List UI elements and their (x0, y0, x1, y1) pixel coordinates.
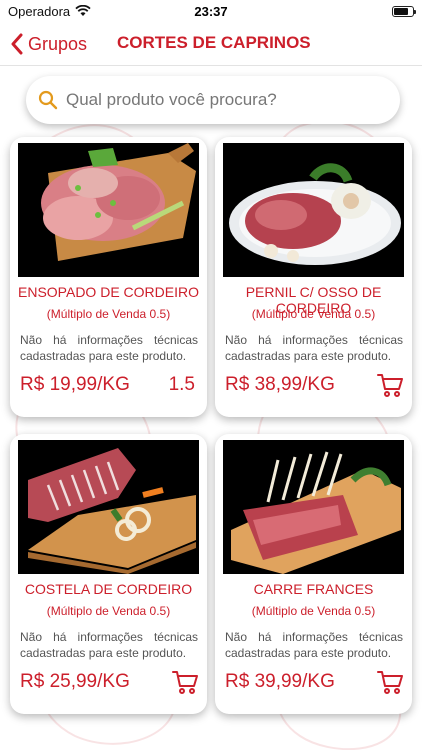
product-description: Não há informações técnicas cadastradas … (225, 333, 403, 363)
product-image (223, 143, 404, 277)
product-description: Não há informações técnicas cadastradas … (225, 630, 403, 660)
cart-icon[interactable] (376, 668, 404, 696)
cart-icon[interactable] (171, 668, 199, 696)
product-card[interactable]: ENSOPADO DE CORDEIRO (Múltiplo de Venda … (10, 137, 207, 417)
product-price: R$ 19,99/KG (20, 374, 130, 395)
search-icon (38, 90, 58, 110)
back-button[interactable]: Grupos (10, 30, 87, 58)
product-name: CARRE FRANCES (253, 581, 374, 597)
sale-multiple: (Múltiplo de Venda 0.5) (46, 307, 171, 321)
search-input[interactable] (66, 90, 386, 110)
status-time: 23:37 (194, 4, 228, 19)
search-bar (26, 76, 400, 124)
product-description: Não há informações técnicas cadastradas … (20, 630, 198, 660)
chevron-left-icon (11, 33, 23, 55)
page-title: CORTES DE CAPRINOS (117, 33, 311, 52)
back-button-label: Grupos (28, 33, 88, 54)
sale-multiple: (Múltiplo de Venda 0.5) (46, 604, 171, 618)
sale-multiple: (Múltiplo de Venda 0.5) (251, 307, 376, 321)
navigation-bar: Grupos CORTES DE CAPRINOS (0, 22, 422, 66)
product-image (223, 440, 404, 574)
product-card[interactable]: CARRE FRANCES (Múltiplo de Venda 0.5) Nã… (215, 434, 412, 714)
product-image (18, 143, 199, 277)
product-image (18, 440, 199, 574)
product-name: ENSOPADO DE CORDEIRO (18, 284, 199, 300)
sale-multiple: (Múltiplo de Venda 0.5) (251, 604, 376, 618)
product-price: R$ 39,99/KG (225, 671, 335, 692)
product-price: R$ 25,99/KG (20, 671, 130, 692)
product-description: Não há informações técnicas cadastradas … (20, 333, 198, 363)
product-card[interactable]: PERNIL C/ OSSO DE CORDEIRO (Múltiplo de … (215, 137, 412, 417)
cart-icon[interactable] (376, 371, 404, 399)
product-card[interactable]: COSTELA DE CORDEIRO (Múltiplo de Venda 0… (10, 434, 207, 714)
product-name: COSTELA DE CORDEIRO (24, 581, 193, 597)
product-price: R$ 38,99/KG (225, 374, 335, 395)
cart-quantity[interactable]: 1.5 (169, 374, 195, 396)
